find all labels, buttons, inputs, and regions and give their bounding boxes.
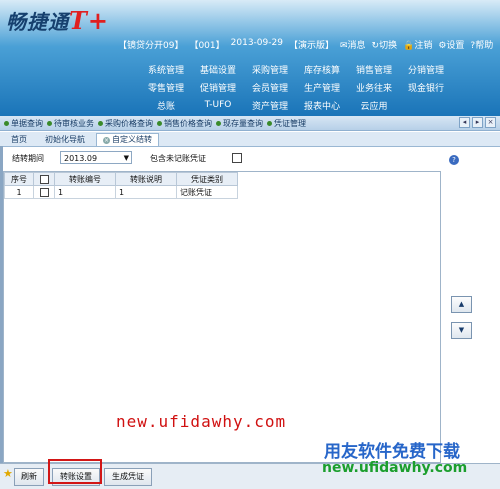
switch-link[interactable]: ↻切换 [372, 38, 398, 51]
close-icon[interactable]: × [485, 117, 496, 128]
menu-item[interactable]: 业务往来 [348, 81, 400, 94]
menu-item[interactable]: 现金银行 [400, 81, 452, 94]
login-date: 2013-09-29 [230, 38, 283, 48]
star-icon: ★ [3, 467, 13, 480]
tab-init-nav[interactable]: 初始化导航 [38, 133, 92, 146]
main-menu: 系统管理 基础设置 采购管理 库存核算 销售管理 分销管理 零售管理 促销管理 … [140, 60, 500, 114]
logout-link[interactable]: 🔒注销 [403, 38, 432, 51]
period-select[interactable]: 2013.09 ▼ [60, 151, 132, 164]
watermark-url: new.ufidawhy.com [116, 412, 287, 431]
menu-item[interactable]: 资产管理 [244, 99, 296, 112]
bullet-icon [267, 120, 272, 126]
menu-item[interactable]: 报表中心 [296, 99, 348, 112]
edition-label: 【演示版】 [288, 41, 334, 51]
company-id: 【001】 [189, 41, 225, 51]
row-checkbox[interactable] [39, 187, 49, 197]
move-down-button[interactable]: ▼ [451, 322, 472, 339]
move-up-button[interactable]: ▲ [451, 296, 472, 313]
column-header[interactable]: 转账说明 [115, 172, 177, 186]
help-icon[interactable]: ? [449, 155, 459, 165]
menu-item[interactable]: 零售管理 [140, 81, 192, 94]
table-header-row: 序号 转账编号 转账说明 凭证类别 [4, 172, 238, 186]
menu-item[interactable]: 云应用 [348, 99, 400, 112]
account-label: 【镜贷分开09】 [118, 41, 184, 51]
menu-item[interactable]: 分销管理 [400, 63, 452, 76]
row-select[interactable] [33, 185, 55, 199]
help-link[interactable]: ?帮助 [470, 38, 493, 51]
select-all-checkbox[interactable] [39, 174, 49, 184]
quick-item[interactable]: 凭证管理 [267, 118, 306, 129]
quick-toolbar: 单据查询 待审核业务 采购价格查询 销售价格查询 现存量查询 凭证管理 ◂ ▸ … [0, 116, 500, 131]
watermark-url-green: new.ufidawhy.com [322, 460, 468, 476]
transfer-code: 1 [54, 185, 116, 199]
close-tab-icon[interactable]: × [103, 137, 110, 144]
bullet-icon [157, 120, 162, 126]
app-header: 畅捷通T+ 【镜贷分开09】 【001】 2013-09-29 【演示版】 ✉消… [0, 0, 500, 116]
quick-item[interactable]: 单据查询 [4, 118, 43, 129]
quick-item[interactable]: 采购价格查询 [98, 118, 153, 129]
generate-voucher-button[interactable]: 生成凭证 [104, 468, 152, 486]
table-row[interactable]: 1 1 1 记账凭证 [4, 185, 238, 199]
status-bar: 【镜贷分开09】 【001】 2013-09-29 【演示版】 ✉消息 ↻切换 … [118, 38, 493, 51]
scroll-right-icon[interactable]: ▸ [472, 117, 483, 128]
settings-link[interactable]: ⚙设置 [438, 38, 464, 51]
bullet-icon [47, 120, 52, 126]
quick-item[interactable]: 现存量查询 [216, 118, 263, 129]
include-unposted-checkbox[interactable] [232, 153, 242, 163]
row-number: 1 [4, 185, 34, 199]
select-all-header[interactable] [33, 172, 55, 186]
menu-item[interactable]: 库存核算 [296, 63, 348, 76]
bullet-icon [98, 120, 103, 126]
column-header[interactable]: 凭证类别 [176, 172, 238, 186]
quick-item[interactable]: 销售价格查询 [157, 118, 212, 129]
quick-item[interactable]: 待审核业务 [47, 118, 94, 129]
tab-home[interactable]: 首页 [4, 133, 34, 146]
column-header[interactable]: 序号 [4, 172, 34, 186]
voucher-type: 记账凭证 [176, 185, 238, 199]
column-header[interactable]: 转账编号 [54, 172, 116, 186]
bullet-icon [216, 120, 221, 126]
transfer-desc: 1 [115, 185, 177, 199]
highlight-box [48, 459, 102, 484]
refresh-button[interactable]: 刷新 [14, 468, 44, 486]
app-logo: 畅捷通T+ [6, 6, 109, 35]
bullet-icon [4, 120, 9, 126]
watermark-text: 用友软件免费下载 [324, 442, 460, 462]
chevron-down-icon: ▼ [123, 154, 129, 162]
menu-item[interactable]: 基础设置 [192, 63, 244, 76]
menu-item[interactable]: 会员管理 [244, 81, 296, 94]
menu-item[interactable]: 系统管理 [140, 63, 192, 76]
menu-item[interactable]: 销售管理 [348, 63, 400, 76]
menu-item[interactable]: T-UFO [192, 100, 244, 110]
menu-item[interactable]: 总账 [140, 99, 192, 112]
menu-item[interactable]: 采购管理 [244, 63, 296, 76]
menu-item[interactable]: 促销管理 [192, 81, 244, 94]
menu-item[interactable]: 生产管理 [296, 81, 348, 94]
tab-custom-transfer[interactable]: × 自定义结转 [96, 133, 159, 146]
messages-link[interactable]: ✉消息 [340, 38, 366, 51]
scroll-left-icon[interactable]: ◂ [459, 117, 470, 128]
include-unposted-label: 包含未记账凭证 [150, 154, 206, 163]
filter-row: 结转期间 2013.09 ▼ 包含未记账凭证 [0, 150, 500, 168]
period-label: 结转期间 [12, 154, 44, 163]
tab-bar: 首页 初始化导航 × 自定义结转 [0, 132, 500, 147]
